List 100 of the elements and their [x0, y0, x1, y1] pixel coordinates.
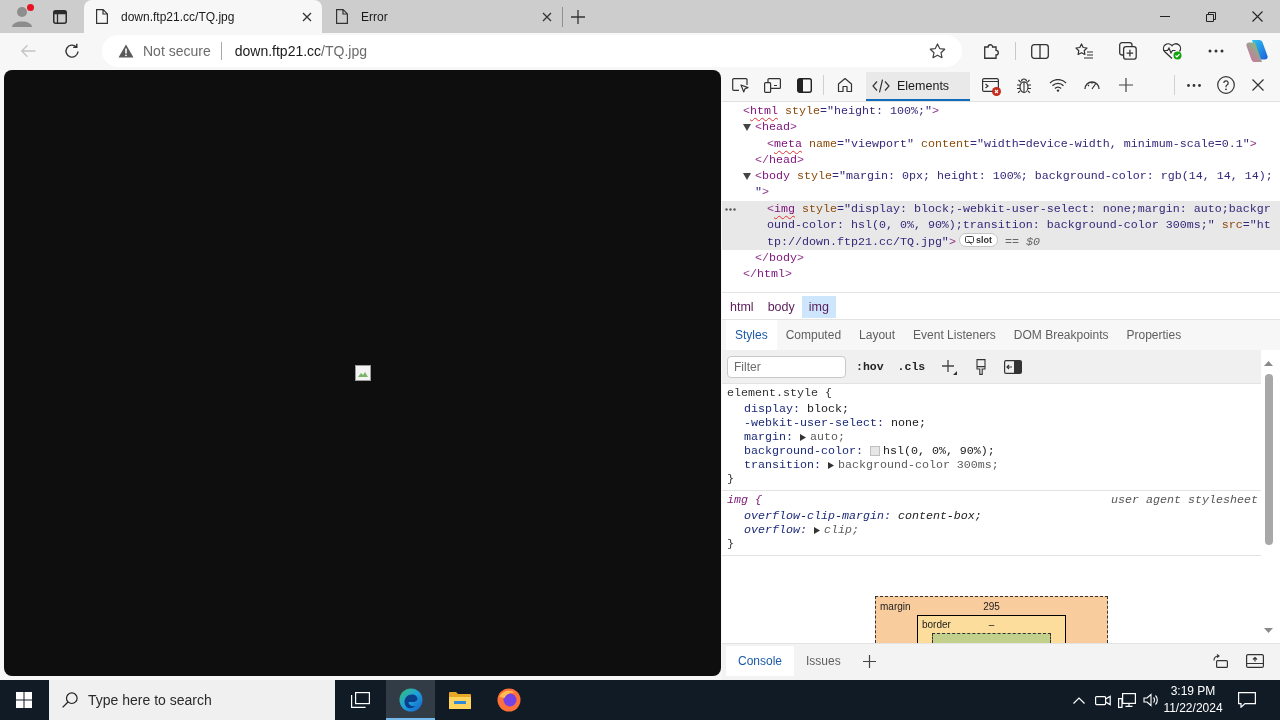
dom-node-text[interactable]: </head>	[755, 151, 804, 169]
css-property-value[interactable]: auto;	[809, 430, 845, 444]
new-rule-icon[interactable]	[941, 358, 958, 375]
box-model-value[interactable]: –	[988, 619, 995, 630]
dom-node-text[interactable]: <body style="margin: 0px; height: 100%; background-color: rgb(14, 14, 14);">	[755, 168, 1276, 201]
dom-node-text[interactable]: <meta name="viewport" content="width=device-width, minimum-scale=0.1">	[767, 135, 1257, 152]
puzzle-icon[interactable]	[983, 43, 999, 59]
close-icon[interactable]	[1251, 11, 1263, 22]
scrollbar-thumb[interactable]	[1264, 374, 1273, 545]
css-property-name[interactable]: overflow:	[744, 523, 807, 537]
css-property-value[interactable]: background-color 300ms;	[837, 458, 999, 472]
sidebar-tab[interactable]: Properties	[1117, 320, 1191, 350]
more-icon[interactable]	[725, 207, 736, 211]
notification-icon[interactable]	[1238, 692, 1256, 708]
sidebar-tab[interactable]: DOM Breakpoints	[1004, 320, 1118, 350]
sidebar-toggle-icon[interactable]	[1004, 359, 1023, 374]
folder-icon[interactable]	[448, 691, 471, 709]
panel-up-icon[interactable]	[1246, 654, 1264, 668]
search-field[interactable]: Type here to search	[49, 680, 335, 720]
css-property-name[interactable]: overflow-clip-margin:	[744, 509, 891, 523]
move-panel-icon[interactable]	[1210, 654, 1228, 668]
new-tab-icon[interactable]	[571, 9, 585, 24]
volume-icon[interactable]	[1143, 693, 1159, 707]
security-label[interactable]: Not secure	[143, 43, 211, 59]
breadcrumb-item[interactable]: body	[760, 296, 802, 318]
expand-triangle-icon[interactable]	[799, 433, 806, 441]
sidebar-tab[interactable]: Computed	[776, 320, 851, 350]
chevron-up-icon[interactable]	[1073, 696, 1085, 704]
css-property-value[interactable]: block;	[806, 402, 849, 416]
gauge-icon[interactable]	[1083, 80, 1101, 90]
expand-triangle-icon[interactable]	[813, 526, 820, 534]
breadcrumb-item[interactable]: html	[723, 296, 761, 318]
dom-node-text[interactable]: <head>	[755, 119, 797, 136]
close-icon[interactable]	[302, 11, 312, 22]
scroll-up-arrow-icon[interactable]	[1264, 361, 1273, 366]
camera-icon[interactable]	[1095, 693, 1111, 707]
start-menu-icon[interactable]	[16, 692, 32, 708]
css-property-name[interactable]: transition:	[744, 458, 821, 472]
drawer-tab[interactable]: Console	[726, 646, 795, 676]
close-icon[interactable]	[1252, 79, 1264, 91]
device-toolbar-icon[interactable]	[763, 77, 781, 93]
sidebar-tab[interactable]: Layout	[850, 320, 905, 350]
paint-brush-icon[interactable]	[975, 358, 988, 375]
plus-icon[interactable]	[862, 654, 876, 668]
css-property-name[interactable]: background-color:	[744, 444, 863, 458]
url-text[interactable]: down.ftp21.cc/TQ.jpg	[234, 43, 367, 59]
help-icon[interactable]	[1217, 76, 1235, 94]
css-property-value[interactable]: hsl(0, 0%, 90%);	[882, 444, 995, 458]
swirl-browser-icon[interactable]	[398, 688, 423, 712]
css-property-name[interactable]: margin:	[744, 430, 793, 444]
scroll-down-arrow-icon[interactable]	[1264, 628, 1273, 633]
more-icon[interactable]	[1208, 49, 1224, 53]
expand-triangle-icon[interactable]	[743, 173, 751, 181]
inspect-element-icon[interactable]	[731, 77, 749, 93]
favorites-list-icon[interactable]	[1074, 43, 1094, 59]
bug-icon[interactable]	[1016, 76, 1032, 94]
css-property-name[interactable]: -webkit-user-select:	[744, 416, 884, 430]
toggle-button[interactable]: .cls	[897, 360, 926, 373]
slot-badge[interactable]: slot	[958, 233, 998, 248]
network-icon[interactable]	[1118, 692, 1136, 708]
console-icon[interactable]	[981, 78, 999, 92]
fox-browser-icon[interactable]	[496, 688, 521, 712]
browser-tab[interactable]: down.ftp21.cc/TQ.jpg	[84, 0, 322, 33]
active-app-highlight[interactable]	[386, 680, 435, 720]
css-property-value[interactable]: content-box;	[897, 509, 982, 523]
task-view-icon[interactable]	[350, 692, 370, 708]
color-swatch-icon[interactable]	[869, 446, 880, 456]
restore-icon[interactable]	[1206, 11, 1216, 22]
filter-field[interactable]: Filter	[727, 355, 846, 378]
dock-side-icon[interactable]	[796, 77, 812, 93]
browser-tab[interactable]: Error	[324, 0, 562, 33]
box-model-value[interactable]: 295	[983, 600, 1000, 612]
clock-time[interactable]: 3:19 PM	[1170, 683, 1216, 700]
refresh-icon[interactable]	[64, 43, 80, 59]
dom-node-text[interactable]: </body>	[755, 250, 804, 267]
css-property-value[interactable]: clip;	[823, 523, 859, 537]
home-icon[interactable]	[837, 77, 853, 93]
wifi-icon[interactable]	[1049, 78, 1067, 92]
sidebar-tab[interactable]: Styles	[726, 320, 777, 350]
ribbon-logo-icon[interactable]	[1246, 40, 1268, 62]
vertical-tabs-icon[interactable]	[53, 9, 67, 24]
css-property-value[interactable]: none;	[890, 416, 926, 430]
close-icon[interactable]	[542, 11, 552, 22]
more-icon[interactable]	[1187, 83, 1201, 87]
panel-tab[interactable]: Elements	[866, 72, 970, 101]
favorite-star-icon[interactable]	[929, 43, 946, 59]
sidebar-tab[interactable]: Event Listeners	[904, 320, 1005, 350]
drawer-tab[interactable]: Issues	[794, 646, 853, 676]
clock-date[interactable]: 11/22/2024	[1163, 700, 1223, 717]
split-screen-icon[interactable]	[1031, 43, 1049, 59]
expand-triangle-icon[interactable]	[827, 461, 834, 469]
collections-icon[interactable]	[1119, 42, 1137, 60]
heart-pulse-icon[interactable]	[1162, 42, 1182, 60]
warning-icon[interactable]	[118, 44, 134, 58]
dom-node-text[interactable]: <html style="height: 100%;">	[743, 103, 939, 120]
address-bar[interactable]: Not secure down.ftp21.cc/TQ.jpg	[102, 35, 962, 67]
breadcrumb-item[interactable]: img	[801, 296, 836, 318]
expand-triangle-icon[interactable]	[743, 124, 751, 132]
dom-node-text[interactable]: </html>	[743, 266, 792, 283]
rule-source-label[interactable]: user agent stylesheet	[1111, 493, 1258, 507]
